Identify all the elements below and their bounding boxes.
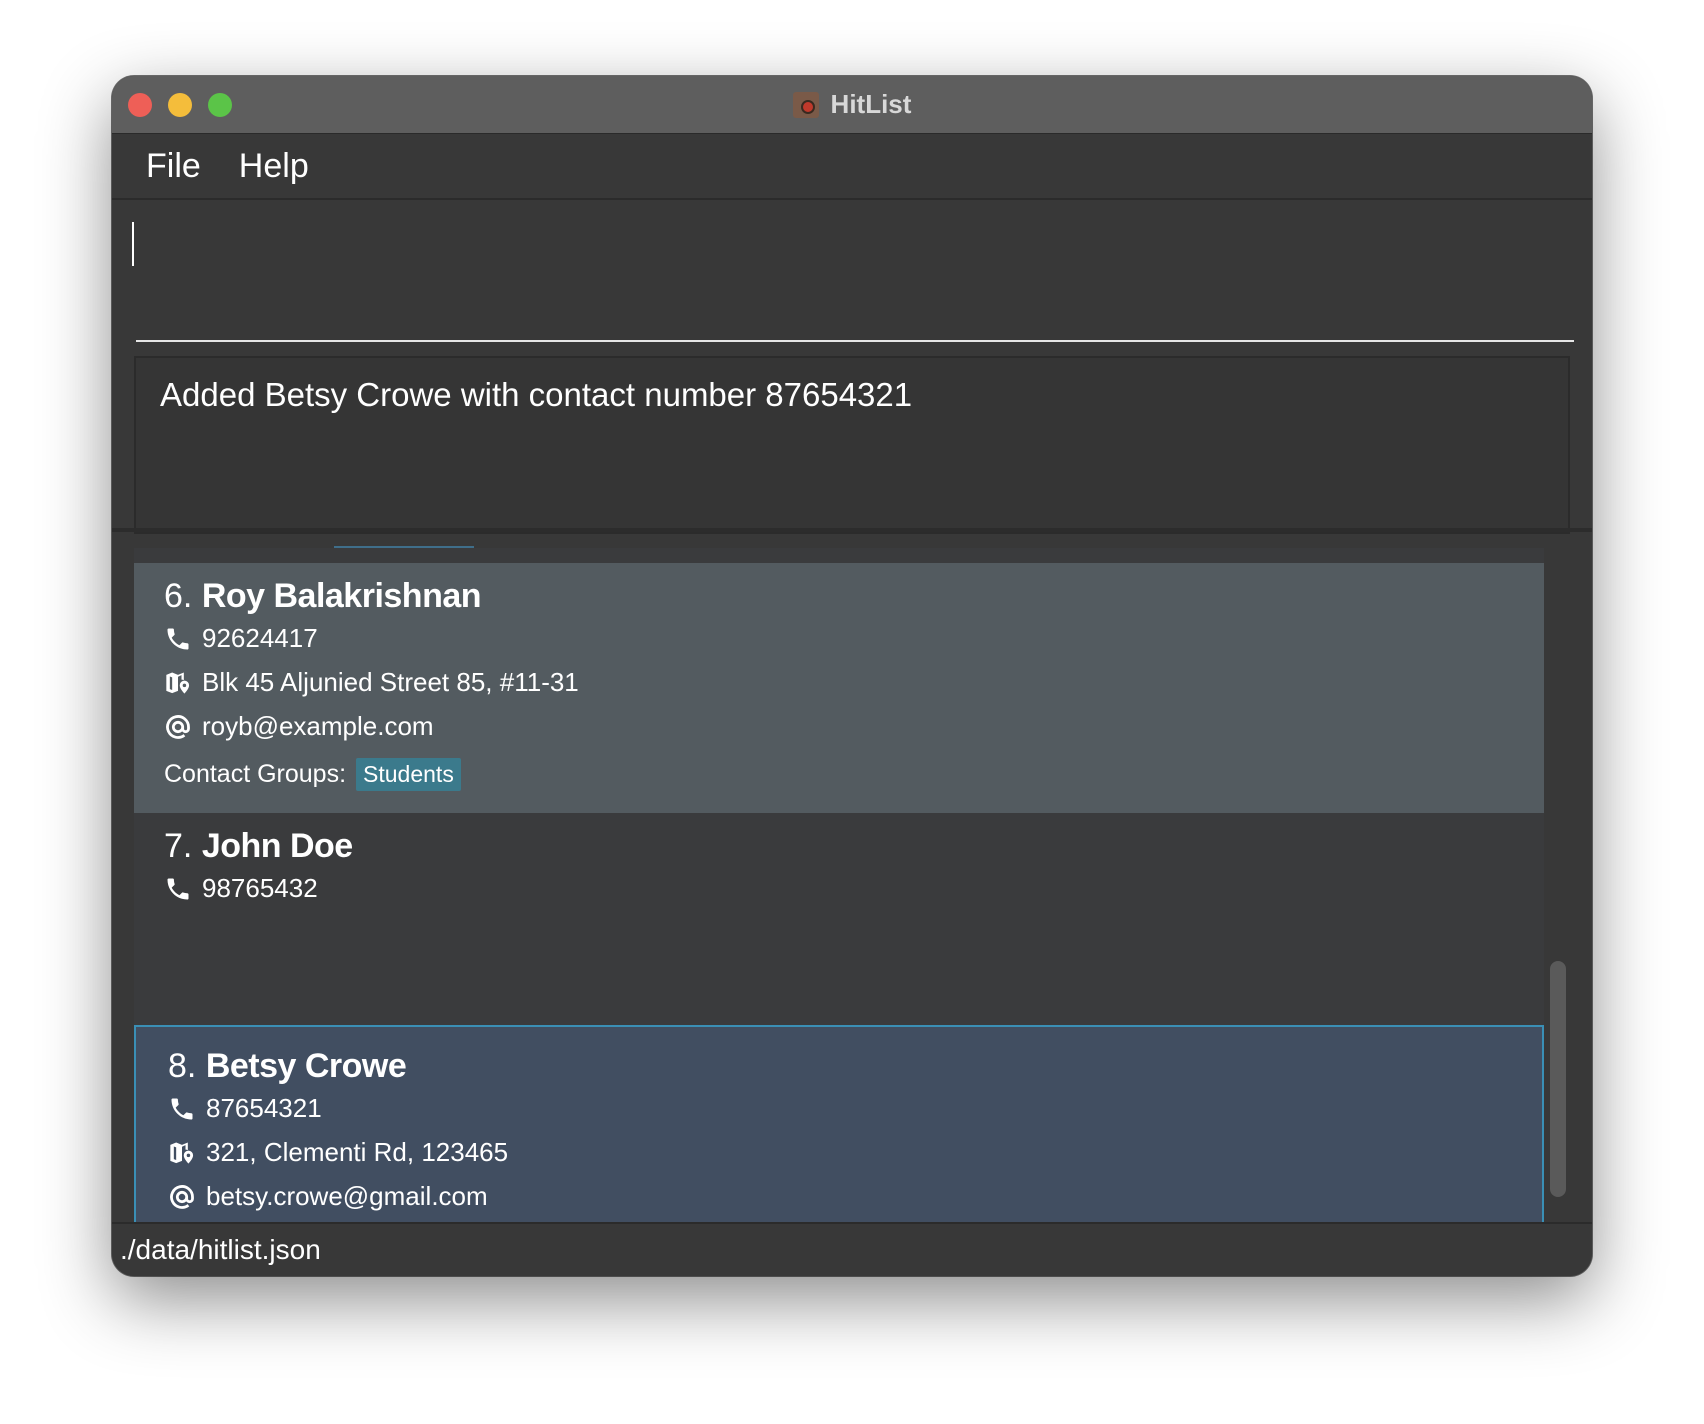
phone-field: 87654321	[168, 1093, 322, 1124]
person-card-selected[interactable]: 8. Betsy Crowe 87654321 321, Clementi Rd…	[134, 1025, 1544, 1237]
address-field: 321, Clementi Rd, 123465	[168, 1137, 508, 1168]
address-value: Blk 45 Aljunied Street 85, #11-31	[202, 667, 579, 697]
app-logo-icon	[792, 91, 819, 118]
contact-groups-label: Contact Groups:	[164, 760, 347, 788]
address-value: 321, Clementi Rd, 123465	[206, 1137, 509, 1167]
result-message: Added Betsy Crowe with contact number 87…	[160, 376, 913, 413]
title-bar: HitList	[112, 76, 1592, 134]
person-index: 8.	[168, 1047, 197, 1085]
phone-value: 87654321	[206, 1093, 322, 1123]
at-sign-icon	[168, 1183, 196, 1211]
phone-field: 98765432	[164, 873, 318, 904]
person-name: Roy Balakrishnan	[201, 577, 482, 615]
list-scrollbar-thumb[interactable]	[1550, 961, 1566, 1197]
phone-field: 92624417	[164, 623, 318, 654]
person-card[interactable]: 6. Roy Balakrishnan 92624417 Blk 45 Alju…	[134, 563, 1544, 813]
command-input[interactable]	[136, 200, 1574, 342]
window-title: HitList	[830, 89, 912, 119]
email-value: royb@example.com	[202, 711, 434, 741]
address-field: Blk 45 Aljunied Street 85, #11-31	[164, 667, 579, 698]
phone-icon	[168, 1095, 196, 1123]
person-name-row: 8. Betsy Crowe	[168, 1047, 407, 1086]
data-file-path: ./data/hitlist.json	[120, 1234, 321, 1265]
person-index: 7.	[164, 827, 193, 865]
map-pin-icon	[164, 669, 192, 697]
contact-groups: Contact Groups: Students	[164, 758, 461, 791]
text-caret	[132, 222, 134, 266]
phone-icon	[164, 875, 192, 903]
map-pin-icon	[168, 1139, 196, 1167]
person-name: Betsy Crowe	[205, 1047, 407, 1085]
at-sign-icon	[164, 713, 192, 741]
person-name-row: 6. Roy Balakrishnan	[164, 577, 482, 616]
title-wrap: HitList	[112, 76, 1592, 133]
status-bar: ./data/hitlist.json	[112, 1222, 1592, 1276]
phone-icon	[164, 625, 192, 653]
menu-bar: File Help	[112, 134, 1592, 200]
person-card[interactable]: 7. John Doe 98765432	[134, 813, 1544, 1025]
group-tag: Students	[356, 758, 461, 791]
menu-file[interactable]: File	[146, 147, 201, 186]
section-divider	[112, 528, 1592, 532]
email-value: betsy.crowe@gmail.com	[206, 1181, 488, 1211]
email-field: royb@example.com	[164, 711, 434, 742]
person-name-row: 7. John Doe	[164, 827, 353, 866]
person-name: John Doe	[201, 827, 353, 865]
app-window: HitList File Help Added Betsy Crowe with…	[112, 76, 1592, 1276]
email-field: betsy.crowe@gmail.com	[168, 1181, 488, 1212]
menu-help[interactable]: Help	[239, 147, 309, 186]
person-index: 6.	[164, 577, 193, 615]
person-list: 6. Roy Balakrishnan 92624417 Blk 45 Alju…	[134, 548, 1544, 1238]
phone-value: 92624417	[202, 623, 318, 653]
phone-value: 98765432	[202, 873, 318, 903]
result-display: Added Betsy Crowe with contact number 87…	[134, 356, 1570, 534]
